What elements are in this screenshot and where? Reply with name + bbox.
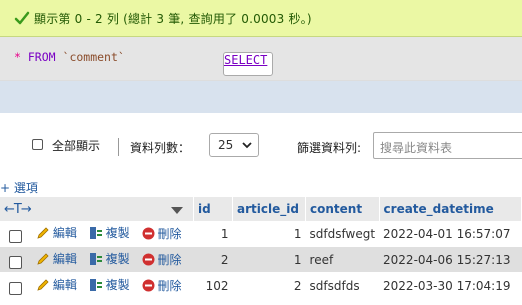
cell-content[interactable]: reef — [305, 246, 380, 273]
cell-create-datetime[interactable]: 2022-04-01 16:57:07 — [379, 221, 522, 247]
column-controls-header: ←T→ — [0, 197, 195, 221]
delete-icon — [142, 279, 155, 292]
check-icon — [14, 11, 30, 25]
row-checkbox[interactable] — [9, 281, 22, 295]
edit-label: 編輯 — [52, 226, 77, 241]
copy-label: 複製 — [105, 278, 130, 293]
copy-icon — [89, 226, 102, 239]
column-header-create-datetime[interactable]: create_datetime — [379, 197, 522, 221]
copy-icon — [89, 278, 102, 291]
row-checkbox[interactable] — [9, 255, 22, 269]
show-all-checkbox[interactable] — [32, 139, 43, 150]
copy-icon — [89, 252, 102, 265]
navigation-bar: 全部顯示 資料列數： 25 篩選資料列: 搜尋此資料表 — [0, 131, 522, 161]
copy-button[interactable]: 複製 — [89, 250, 130, 267]
sql-from-keyword: FROM — [27, 50, 56, 64]
row-checkbox[interactable] — [9, 229, 22, 243]
copy-label: 複製 — [105, 252, 130, 267]
sql-select-keyword: SELECT — [223, 52, 273, 76]
delete-icon — [142, 227, 155, 240]
sql-query-box[interactable]: SELECT * FROM `comment` — [0, 37, 522, 81]
cell-id[interactable]: 1 — [193, 221, 233, 247]
pencil-icon — [37, 227, 49, 239]
pencil-icon — [37, 253, 49, 265]
delete-label: 刪除 — [157, 226, 182, 241]
delete-label: 刪除 — [157, 278, 182, 293]
cell-article-id[interactable]: 1 — [232, 246, 306, 273]
cell-content[interactable]: sdfdsfwegt — [305, 221, 380, 247]
sql-star: * — [14, 50, 21, 64]
edit-button[interactable]: 編輯 — [36, 250, 77, 267]
cell-article-id[interactable]: 2 — [232, 272, 306, 299]
results-table-wrapper: ←T→ id article_id content create_datetim… — [0, 197, 522, 299]
pencil-icon — [37, 279, 49, 291]
cell-id[interactable]: 2 — [193, 246, 233, 273]
cell-create-datetime[interactable]: 2022-03-30 17:04:19 — [379, 272, 522, 299]
cell-create-datetime[interactable]: 2022-04-06 15:27:13 — [379, 246, 522, 273]
sql-table-name: `comment` — [62, 50, 125, 64]
table-header-row: ←T→ id article_id content create_datetim… — [0, 197, 522, 221]
rows-per-page-select[interactable]: 25 — [209, 133, 259, 157]
cell-content[interactable]: sdfsdfds — [305, 272, 380, 299]
options-link[interactable]: + 選項 — [0, 179, 38, 196]
edit-label: 編輯 — [52, 252, 77, 267]
table-row: 編輯 複製 刪除 2 1 reef 2022-04-06 15:27:13 — [0, 246, 522, 273]
nav-divider — [118, 138, 119, 156]
sql-tools-bar — [0, 81, 522, 113]
success-message: 顯示第 0 - 2 列 (總計 3 筆, 查詢用了 0.0003 秒。) — [0, 0, 522, 37]
edit-button[interactable]: 編輯 — [36, 224, 77, 241]
results-table: ←T→ id article_id content create_datetim… — [0, 197, 522, 299]
success-text: 顯示第 0 - 2 列 (總計 3 筆, 查詢用了 0.0003 秒。) — [34, 11, 312, 26]
delete-button[interactable]: 刪除 — [142, 225, 182, 242]
filter-rows-placeholder: 搜尋此資料表 — [380, 141, 453, 155]
edit-button[interactable]: 編輯 — [36, 276, 77, 293]
copy-button[interactable]: 複製 — [89, 276, 130, 293]
edit-label: 編輯 — [52, 278, 77, 293]
row-actions: 編輯 複製 刪除 — [0, 272, 194, 299]
column-header-content[interactable]: content — [305, 197, 380, 221]
filter-rows-label: 篩選資料列: — [297, 141, 362, 155]
copy-button[interactable]: 複製 — [89, 224, 130, 241]
rows-per-page-value: 25 — [218, 138, 234, 152]
column-header-article-id[interactable]: article_id — [232, 197, 307, 221]
table-row: 編輯 複製 刪除 102 2 sdfsdfds 2022-03-30 17:04… — [0, 272, 522, 299]
table-row: 編輯 複製 刪除 1 1 sdfdsfwegt 2022-04-01 16:57… — [0, 221, 522, 247]
column-arrows-icon[interactable]: ←T→ — [4, 202, 32, 217]
delete-button[interactable]: 刪除 — [142, 251, 182, 268]
row-actions: 編輯 複製 刪除 — [0, 221, 194, 247]
show-all-label: 全部顯示 — [52, 139, 101, 153]
chevron-down-icon — [242, 142, 252, 149]
rows-per-page-label: 資料列數： — [130, 141, 191, 155]
delete-button[interactable]: 刪除 — [142, 277, 182, 294]
cell-id[interactable]: 102 — [193, 272, 233, 299]
sql-query: SELECT * FROM `comment` — [14, 50, 273, 76]
row-actions: 編輯 複製 刪除 — [0, 246, 194, 273]
column-header-id[interactable]: id — [193, 197, 234, 221]
delete-icon — [142, 253, 155, 266]
cell-article-id[interactable]: 1 — [232, 221, 306, 247]
copy-label: 複製 — [105, 226, 130, 241]
delete-label: 刪除 — [157, 252, 182, 267]
sort-dropdown-icon[interactable] — [171, 206, 184, 215]
filter-rows-input[interactable]: 搜尋此資料表 — [373, 132, 522, 159]
